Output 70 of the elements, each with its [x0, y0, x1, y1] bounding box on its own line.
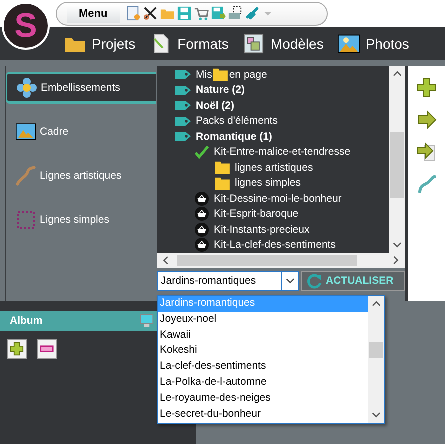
brush-stroke-icon: [16, 166, 36, 186]
cart-icon[interactable]: [194, 6, 209, 21]
tree-item[interactable]: Noël (2): [196, 100, 235, 112]
arrow-page-icon[interactable]: [416, 142, 436, 162]
dropdown-option[interactable]: La-clef-des-sentiments: [158, 359, 368, 375]
horizontal-scrollbar[interactable]: [157, 253, 405, 268]
scroll-thumb[interactable]: [177, 255, 357, 266]
tree-item[interactable]: en page: [229, 68, 268, 81]
dropdown-option[interactable]: Joyeux-noel: [158, 312, 368, 328]
side-tab[interactable]: Lignes artistiques: [6, 160, 156, 192]
scroll-up-icon: [372, 301, 380, 307]
dropdown-option[interactable]: Kokeshi: [158, 343, 368, 360]
nav-tab[interactable]: Projets: [64, 34, 136, 54]
nav-tab[interactable]: Formats: [150, 34, 229, 54]
photo-icon: [338, 34, 360, 54]
scroll-up-icon: [392, 71, 402, 77]
tree-item[interactable]: Kit-Instants-precieux: [214, 224, 310, 236]
tree-item[interactable]: Kit-Entre-malice-et-tendresse: [214, 146, 351, 158]
arrow-right-icon[interactable]: [416, 110, 436, 130]
template-icon: [242, 34, 265, 54]
save-icon[interactable]: [176, 6, 192, 21]
tag-icon: [175, 101, 191, 110]
tree-item[interactable]: Mis: [196, 68, 212, 81]
tree-item[interactable]: lignes artistiques: [235, 162, 314, 174]
album-header: Album: [0, 311, 157, 331]
vertical-scrollbar[interactable]: [389, 66, 405, 253]
dropdown-option[interactable]: Kawaii: [158, 328, 368, 344]
scroll-thumb[interactable]: [390, 132, 404, 198]
tag-icon: [175, 116, 191, 126]
squiggle-icon[interactable]: [416, 174, 436, 194]
refresh-icon: [306, 272, 323, 290]
scroll-left-icon: [163, 256, 169, 265]
scroll-right-icon: [393, 256, 399, 265]
scroll-down-icon: [372, 412, 380, 418]
tree-item[interactable]: Kit-La-clef-des-sentiments: [214, 239, 336, 252]
vertical-scrollbar[interactable]: [368, 296, 384, 423]
tag-icon: [175, 132, 191, 142]
picture-frame-icon: [16, 122, 36, 142]
tree-item[interactable]: lignes simples: [235, 177, 301, 190]
plus-icon: [10, 342, 24, 356]
dropdown-option[interactable]: La-Polka-de-l-automne: [158, 374, 368, 391]
remove-button[interactable]: [37, 339, 57, 359]
kit-dropdown[interactable]: Jardins-romantiques: [157, 271, 299, 291]
nav-tab[interactable]: Modèles: [242, 34, 324, 54]
scissors-icon[interactable]: [142, 6, 158, 21]
tag-icon: [175, 86, 191, 95]
scroll-thumb[interactable]: [369, 342, 383, 358]
chevron-down-icon: [286, 278, 294, 284]
side-tab[interactable]: Lignes simples: [6, 204, 156, 236]
tree-item[interactable]: Romantique (1): [196, 130, 272, 143]
scroll-down-icon: [392, 242, 402, 248]
monitor-icon[interactable]: [140, 314, 154, 328]
side-tab[interactable]: Cadre: [6, 116, 156, 148]
folder-icon: [215, 161, 230, 174]
tree-item[interactable]: Kit-Dessine-moi-le-bonheur: [214, 192, 342, 205]
tree-item[interactable]: Kit-Esprit-baroque: [214, 208, 299, 220]
folder-icon: [215, 176, 230, 190]
print-icon[interactable]: [228, 6, 243, 21]
plus-icon[interactable]: [416, 78, 436, 98]
dropdown-option[interactable]: Le-secret-du-bonheur: [158, 406, 368, 422]
tree-item[interactable]: Packs d'éléments: [196, 115, 278, 128]
tag-icon: [175, 70, 191, 80]
nav-tab[interactable]: Photos: [338, 34, 410, 54]
tree-item[interactable]: Nature (2): [196, 84, 246, 96]
folder-icon: [213, 68, 228, 82]
dropdown-option[interactable]: Le-royaume-des-neiges: [158, 390, 368, 407]
add-button[interactable]: [7, 339, 27, 359]
flower-icon: [17, 78, 37, 98]
side-tab[interactable]: Embellissements: [6, 72, 156, 104]
dotted-square-icon: [16, 210, 36, 230]
